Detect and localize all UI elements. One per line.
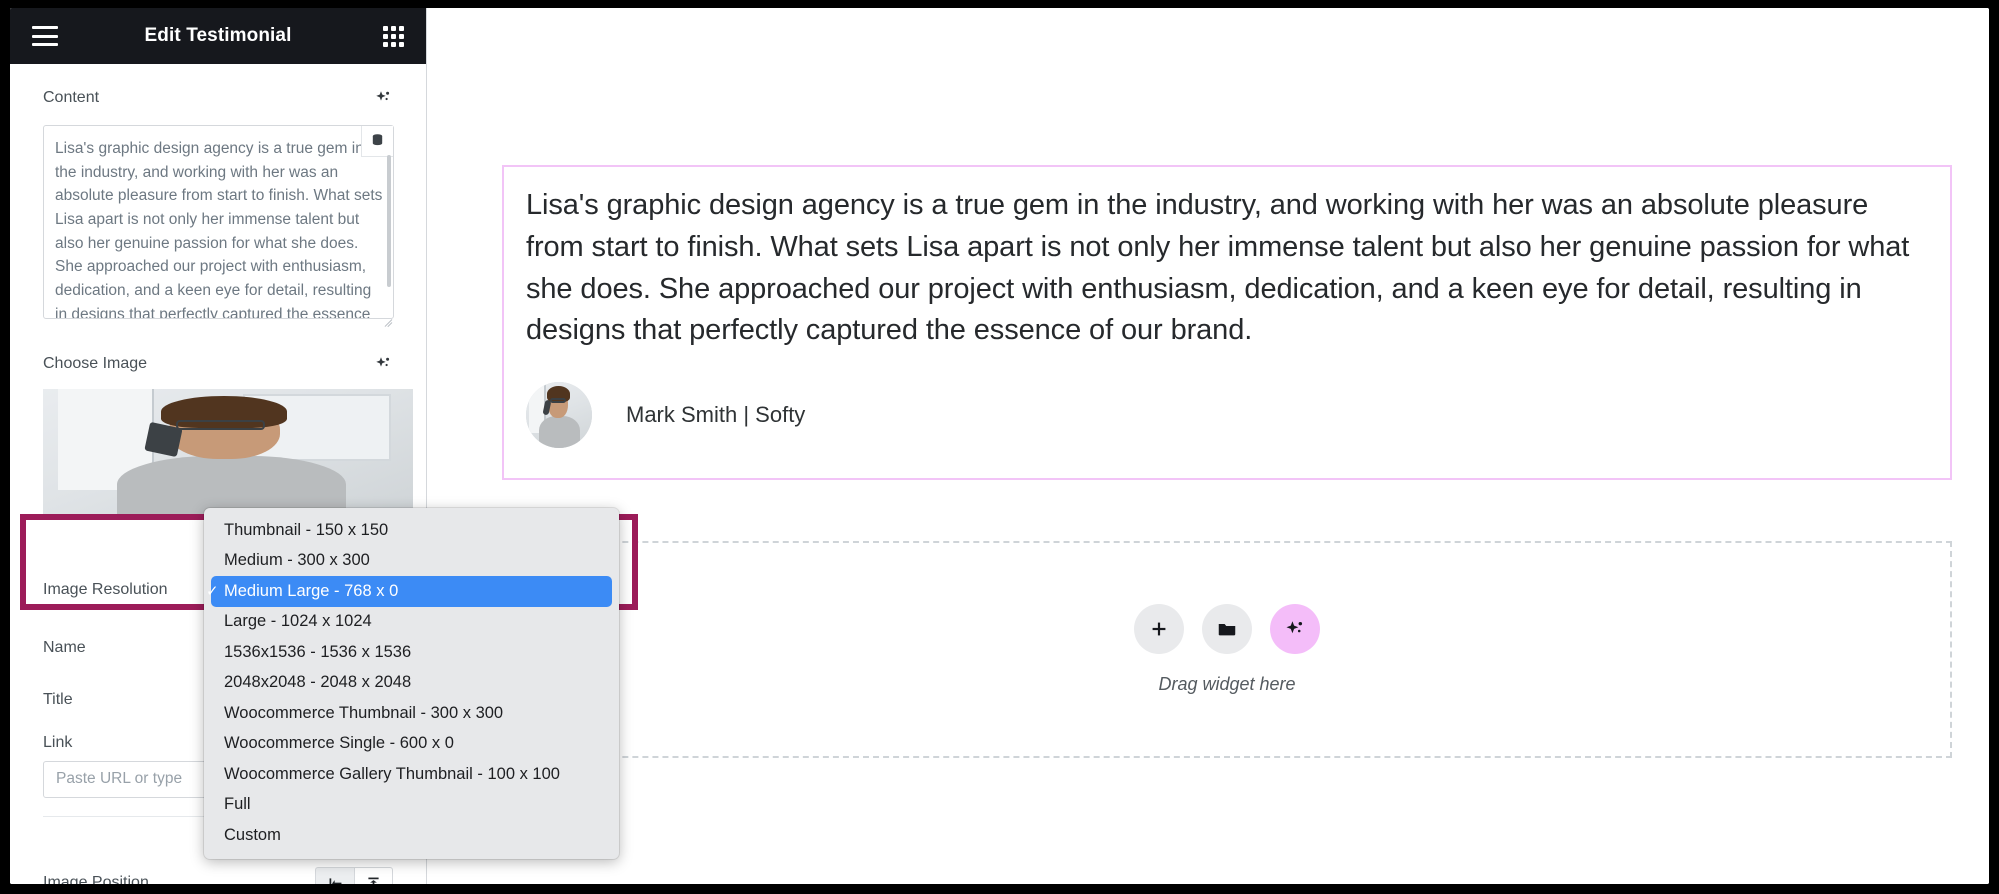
drop-zone-label: Drag widget here [1158,674,1296,694]
image-preview[interactable] [43,388,413,519]
hamburger-icon[interactable] [32,26,58,46]
dropdown-option[interactable]: ✓Woocommerce Single - 600 x 0 [204,729,619,760]
image-resolution-dropdown[interactable]: ✓Thumbnail - 150 x 150 ✓Medium - 300 x 3… [204,508,619,859]
dropdown-option-label: 1536x1536 - 1536 x 1536 [224,642,412,661]
folder-icon[interactable] [1202,604,1252,654]
image-position-row: Image Position [10,860,426,884]
align-top-icon[interactable] [354,866,393,884]
testimonial-widget[interactable]: Lisa's graphic design agency is a true g… [502,165,1952,480]
plus-icon[interactable] [1134,604,1184,654]
check-icon: ✓ [206,583,219,601]
preview-photo [43,388,413,519]
apps-grid-icon[interactable] [383,25,404,47]
app-root: Edit Testimonial Content Lisa's graphic … [0,0,1999,894]
content-field-row: Content [10,88,426,109]
dropdown-option[interactable]: ✓2048x2048 - 2048 x 2048 [204,668,619,699]
name-label: Name [43,639,86,657]
content-label: Content [43,89,100,106]
dropdown-option-selected[interactable]: ✓ Medium Large - 768 x 0 [206,576,612,607]
avatar [526,382,592,448]
dropdown-option[interactable]: ✓Full [204,790,619,821]
dropdown-option-label: Full [224,795,251,814]
dropdown-option-label: Thumbnail - 150 x 150 [224,520,389,539]
content-textarea-wrap [43,124,394,327]
dropdown-option[interactable]: ✓Custom [204,820,619,851]
align-left-icon[interactable] [315,866,354,884]
dropdown-option-label: Large - 1024 x 1024 [224,612,372,631]
dropdown-option-label: Custom [224,825,281,844]
editor-frame: Edit Testimonial Content Lisa's graphic … [10,8,1989,884]
textarea-resize-handle[interactable] [380,310,393,327]
ai-sparkle-icon[interactable] [1270,604,1320,654]
testimonial-author-row: Mark Smith | Softy [526,382,1928,448]
image-resolution-label: Image Resolution [43,581,168,599]
dropdown-option-label: Woocommerce Single - 600 x 0 [224,734,454,753]
dropdown-option[interactable]: ✓Thumbnail - 150 x 150 [204,515,619,546]
dropdown-option[interactable]: ✓Large - 1024 x 1024 [204,607,619,638]
choose-image-label: Choose Image [43,354,148,372]
link-label: Link [43,734,73,752]
editor-canvas: Lisa's graphic design agency is a true g… [428,8,1989,884]
choose-image-row: Choose Image [10,354,426,375]
dropdown-option-label: Woocommerce Gallery Thumbnail - 100 x 10… [224,764,560,783]
testimonial-author-name: Mark Smith | Softy [626,402,806,427]
link-placeholder: Paste URL or type [56,770,183,788]
dropdown-option[interactable]: ✓Woocommerce Thumbnail - 300 x 300 [204,698,619,729]
sidebar-header: Edit Testimonial [10,8,426,64]
dropdown-option[interactable]: ✓Medium - 300 x 300 [204,546,619,577]
drop-zone-buttons [1134,604,1320,654]
dropdown-option-label: Woocommerce Thumbnail - 300 x 300 [224,703,504,722]
image-position-label: Image Position [43,873,149,884]
title-label: Title [43,691,73,709]
dropdown-option-label: 2048x2048 - 2048 x 2048 [224,673,412,692]
dropdown-option-label: Medium Large - 768 x 0 [224,581,399,600]
ai-sparkle-icon[interactable] [374,355,392,373]
database-icon[interactable] [361,125,393,157]
image-position-choices [315,866,393,884]
dropdown-option[interactable]: ✓1536x1536 - 1536 x 1536 [204,637,619,668]
dropdown-option-label: Medium - 300 x 300 [224,551,370,570]
drop-zone[interactable]: Drag widget here [502,541,1952,758]
content-textarea[interactable] [43,124,394,319]
dropdown-option[interactable]: ✓Woocommerce Gallery Thumbnail - 100 x 1… [204,759,619,790]
testimonial-quote: Lisa's graphic design agency is a true g… [526,189,1910,347]
ai-sparkle-icon[interactable] [374,89,392,107]
textarea-scrollbar[interactable] [387,154,391,287]
page-title: Edit Testimonial [144,25,292,46]
